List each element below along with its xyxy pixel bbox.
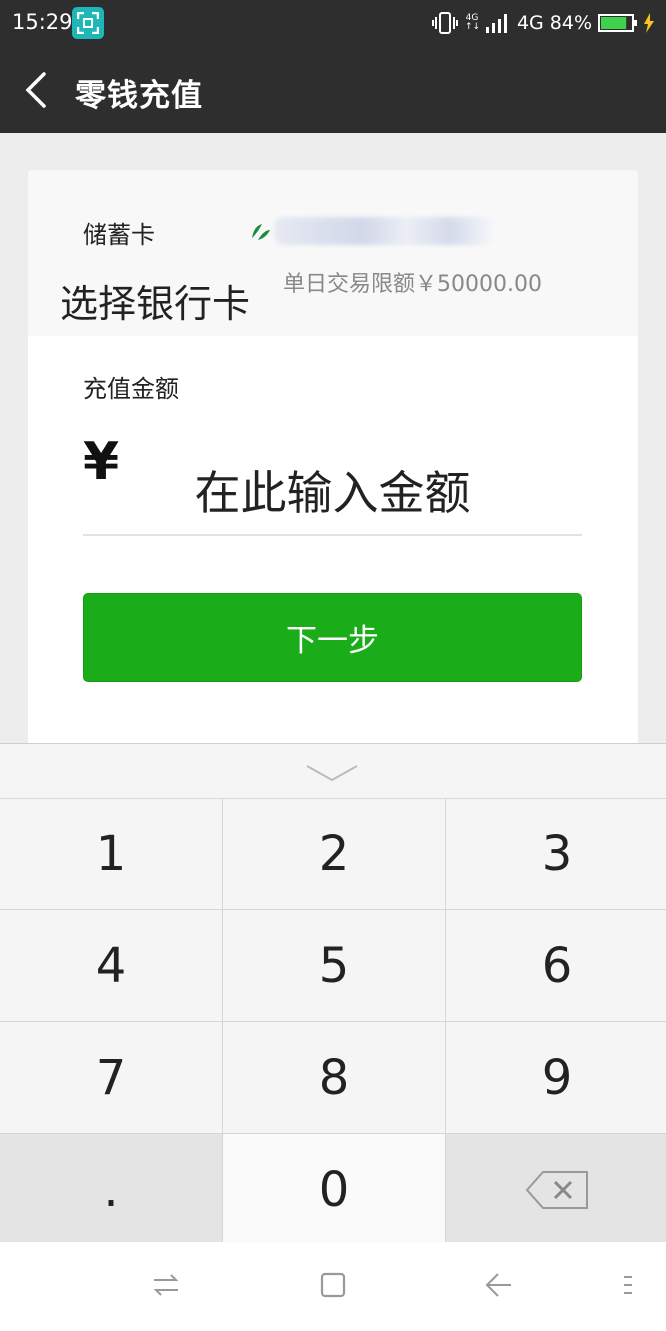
key-6[interactable]: 6 — [446, 910, 666, 1021]
amount-label: 充值金额 — [83, 375, 179, 403]
key-5[interactable]: 5 — [223, 910, 445, 1021]
chevron-down-icon[interactable] — [305, 764, 359, 782]
amount-input[interactable] — [83, 452, 582, 536]
page-title: 零钱充值 — [75, 78, 203, 114]
card-type-label: 储蓄卡 — [83, 221, 155, 249]
battery-percent: 84% — [549, 12, 592, 34]
status-bar: 15:29 4G ↑↓ 4G 84% — [0, 0, 666, 46]
key-dot[interactable]: . — [0, 1134, 222, 1245]
status-icons: 4G ↑↓ 4G 84% — [431, 10, 654, 36]
charging-bolt-icon — [644, 13, 654, 33]
next-step-button[interactable]: 下一步 — [83, 593, 582, 682]
menu-icon[interactable] — [618, 1270, 638, 1300]
choose-bank-card-label[interactable]: 选择银行卡 — [60, 273, 250, 328]
backspace-key[interactable] — [446, 1134, 666, 1245]
signal-icon — [485, 14, 507, 33]
key-7[interactable]: 7 — [0, 1022, 222, 1133]
home-square-icon[interactable] — [318, 1270, 348, 1300]
recent-apps-switch-icon[interactable] — [151, 1270, 181, 1300]
network-type: 4G — [516, 12, 544, 34]
vibrate-icon — [431, 12, 458, 34]
key-3[interactable]: 3 — [446, 799, 666, 909]
key-8[interactable]: 8 — [223, 1022, 445, 1133]
keyboard-collapse-bar[interactable] — [0, 743, 666, 799]
key-9[interactable]: 9 — [446, 1022, 666, 1133]
back-nav-icon[interactable] — [484, 1270, 514, 1300]
network-type-small: 4G ↑↓ — [464, 13, 481, 32]
title-bar: 零钱充值 — [0, 46, 666, 133]
bank-card-selector[interactable]: 储蓄卡 单日交易限额￥50000.00 选择银行卡 — [28, 170, 638, 336]
key-0[interactable]: 0 — [223, 1134, 445, 1245]
key-1[interactable]: 1 — [0, 799, 222, 909]
key-2[interactable]: 2 — [223, 799, 445, 909]
system-nav-bar — [0, 1242, 666, 1331]
backspace-icon — [525, 1170, 588, 1209]
screenshot-scan-icon — [72, 7, 104, 39]
recharge-card: 储蓄卡 单日交易限额￥50000.00 选择银行卡 充值金额 ¥ 下一步 — [28, 170, 638, 770]
battery-icon — [598, 14, 637, 32]
key-4[interactable]: 4 — [0, 910, 222, 1021]
numeric-keypad: 1 2 3 4 5 6 7 8 9 . 0 — [0, 799, 666, 1245]
bank-logo-icon — [252, 224, 270, 240]
bank-name-blurred — [248, 215, 498, 247]
status-time: 15:29 — [12, 10, 73, 34]
daily-limit: 单日交易限额￥50000.00 — [283, 272, 542, 297]
back-arrow-icon[interactable] — [22, 70, 50, 110]
bank-name-redacted — [274, 217, 494, 245]
